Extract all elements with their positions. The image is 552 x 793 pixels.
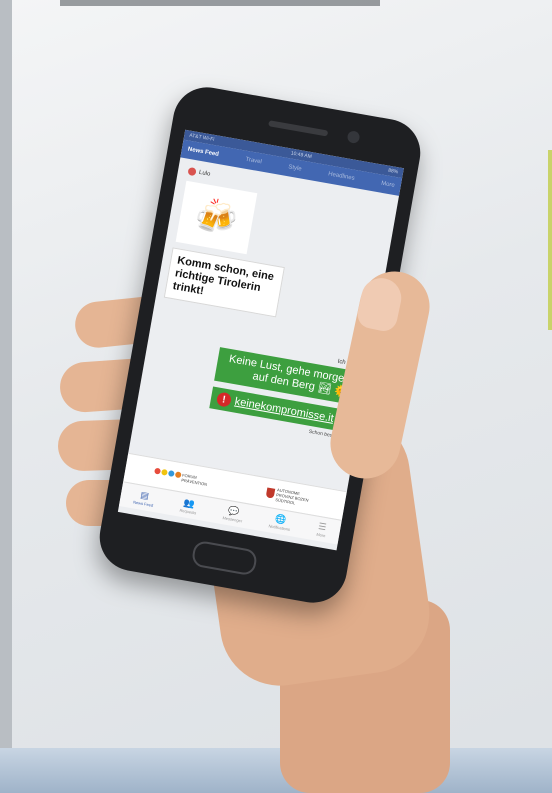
tab-style[interactable]: Style bbox=[288, 164, 302, 172]
tyrol-crest-icon bbox=[265, 487, 276, 499]
menu-icon: ☰ bbox=[317, 520, 328, 532]
background-object-right bbox=[548, 150, 552, 330]
tab-messenger[interactable]: 💬 Messenger bbox=[222, 505, 244, 523]
tab-news-feed[interactable]: News Feed bbox=[187, 147, 219, 158]
tab-more[interactable]: More bbox=[381, 181, 396, 189]
campaign-link[interactable]: keinekompromisse.it bbox=[234, 396, 335, 425]
tab-notifications[interactable]: 🌐 Notifications bbox=[268, 513, 292, 532]
tab-more-bottom[interactable]: ☰ More bbox=[316, 520, 328, 538]
tab-headlines[interactable]: Headlines bbox=[328, 171, 355, 182]
forum-praevention-logo: FORUM PRÄVENTION bbox=[153, 467, 222, 490]
avatar bbox=[187, 166, 197, 177]
beer-mugs-sticker: 🍻 bbox=[175, 180, 258, 255]
messenger-icon: 💬 bbox=[227, 504, 241, 517]
tab-travel[interactable]: Travel bbox=[245, 157, 262, 166]
tab-label: Messenger bbox=[222, 514, 243, 524]
front-camera bbox=[346, 130, 361, 145]
logo2-text: AUTONOME PROVINZ BOZEN SÜDTIROL bbox=[275, 486, 309, 506]
tab-label: News Feed bbox=[132, 498, 154, 508]
me-label: Ich bbox=[337, 358, 347, 367]
sender-row: Lulo bbox=[187, 166, 211, 179]
friends-icon: 👥 bbox=[183, 496, 196, 509]
tab-news-feed-bottom[interactable]: ▤ News Feed bbox=[133, 489, 156, 507]
incoming-message: Komm schon, eine richtige Tirolerin trin… bbox=[163, 247, 285, 318]
background-object-top bbox=[60, 0, 380, 6]
alert-icon: ! bbox=[215, 391, 233, 408]
logo1-text: FORUM PRÄVENTION bbox=[180, 472, 208, 487]
battery-label: 88% bbox=[387, 167, 399, 176]
globe-icon: 🌐 bbox=[274, 512, 288, 525]
sender-name: Lulo bbox=[198, 169, 211, 178]
news-feed-icon: ▤ bbox=[139, 489, 150, 501]
home-button[interactable] bbox=[190, 539, 259, 577]
tab-label: Notifications bbox=[268, 522, 291, 532]
background-object-left bbox=[0, 0, 12, 793]
speaker-grille bbox=[268, 120, 329, 137]
tab-requests[interactable]: 👥 Requests bbox=[179, 497, 198, 515]
tab-label: More bbox=[316, 531, 326, 538]
sleeve-cloth bbox=[0, 748, 552, 793]
